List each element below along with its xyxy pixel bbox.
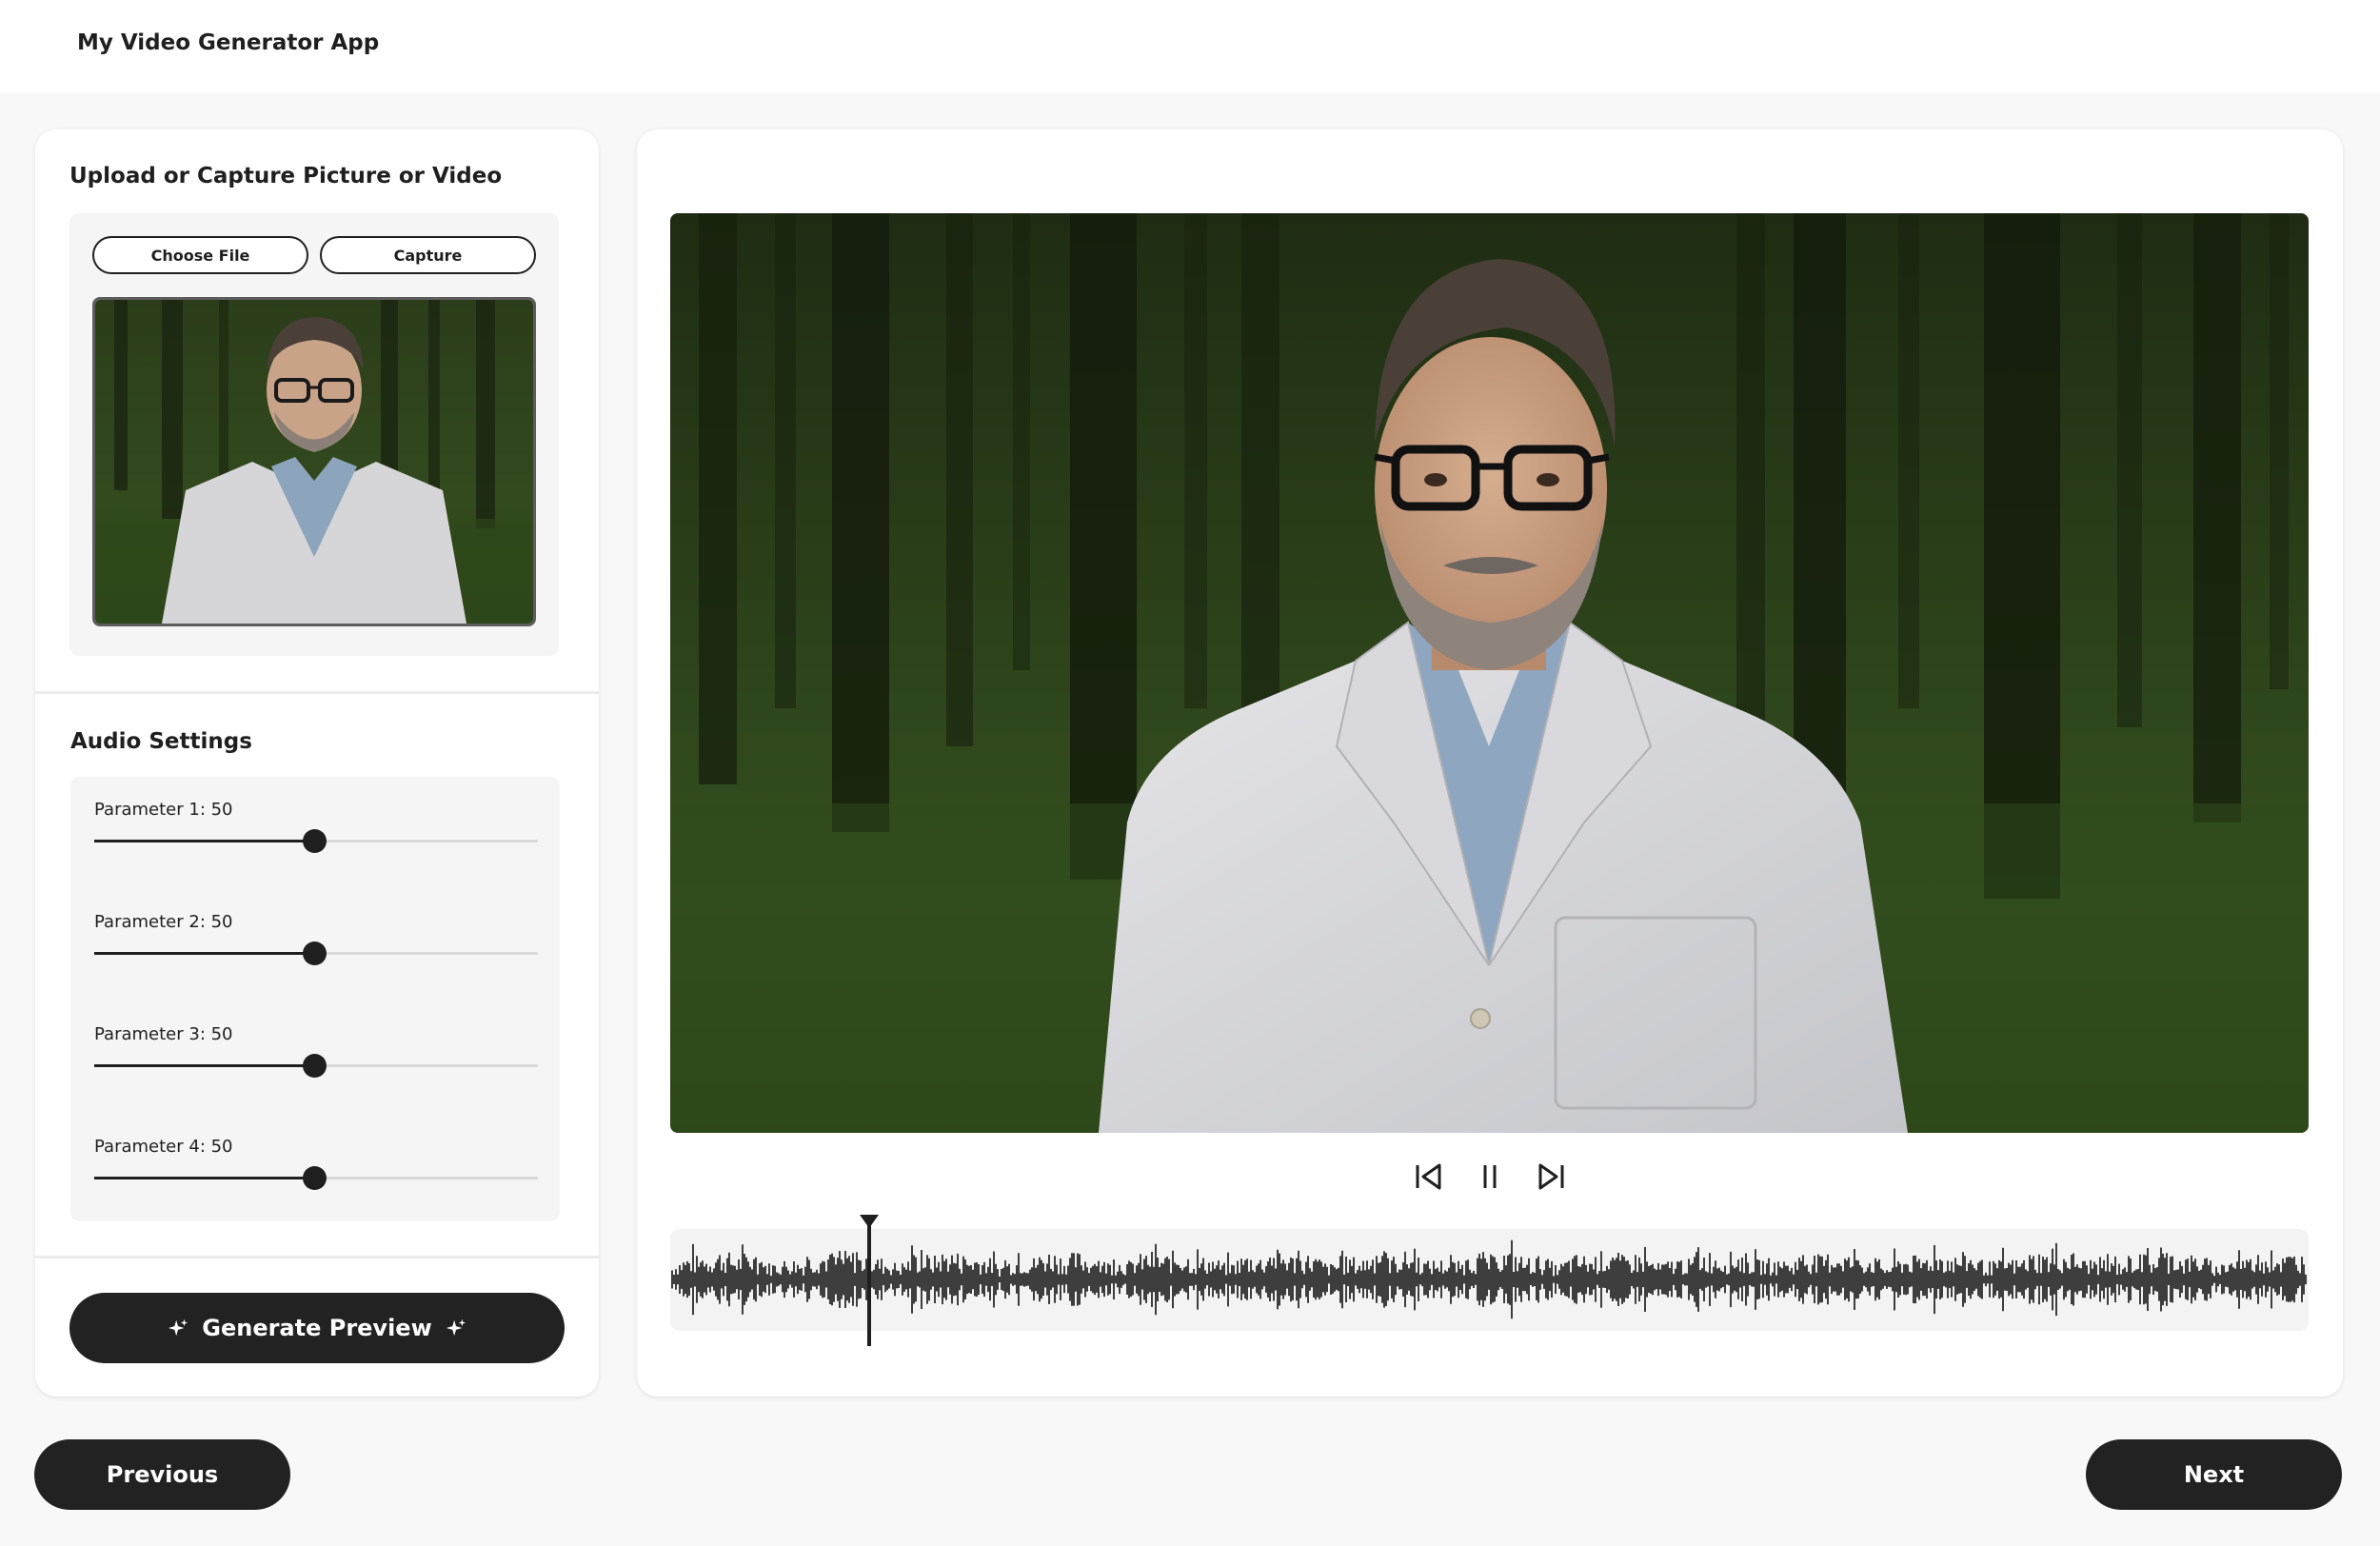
- parameter-4-label: Parameter 4: 50: [94, 1137, 233, 1157]
- parameter-3: Parameter 3: 50: [94, 1024, 538, 1091]
- pause-button[interactable]: [1469, 1156, 1511, 1198]
- upload-section-title: Upload or Capture Picture or Video: [69, 164, 503, 188]
- slider-fill: [94, 1064, 314, 1067]
- audio-settings-box: Parameter 1: 50 Parameter 2: 50 Paramete…: [70, 777, 560, 1221]
- waveform-path: [671, 1239, 2307, 1319]
- previous-button[interactable]: Previous: [34, 1439, 290, 1510]
- app-header: My Video Generator App: [0, 0, 2380, 93]
- skip-back-icon: [1416, 1163, 1441, 1190]
- parameter-2-slider-handle[interactable]: [303, 941, 327, 965]
- waveform-graphic: [671, 1239, 2307, 1319]
- uploaded-image-thumbnail: [92, 297, 536, 626]
- parameter-4-slider-handle[interactable]: [303, 1166, 327, 1190]
- slider-fill: [94, 952, 314, 955]
- next-button[interactable]: Next: [2086, 1439, 2342, 1510]
- generate-preview-button[interactable]: Generate Preview: [69, 1293, 565, 1363]
- playback-controls: [637, 1156, 2343, 1198]
- capture-button[interactable]: Capture: [320, 236, 536, 274]
- section-divider: [35, 691, 599, 694]
- parameter-1: Parameter 1: 50: [94, 800, 538, 866]
- parameter-2: Parameter 2: 50: [94, 912, 538, 979]
- parameter-1-label: Parameter 1: 50: [94, 800, 233, 820]
- skip-back-button[interactable]: [1408, 1156, 1450, 1198]
- settings-panel: Upload or Capture Picture or Video Choos…: [35, 129, 599, 1397]
- pause-icon: [1483, 1165, 1497, 1188]
- sparkle-icon: [446, 1318, 466, 1337]
- parameter-3-slider-handle[interactable]: [303, 1054, 327, 1078]
- sparkle-icon: [169, 1318, 188, 1337]
- section-divider: [35, 1256, 599, 1259]
- generate-preview-label: Generate Preview: [202, 1315, 432, 1341]
- portrait-thumbnail-image: [95, 300, 533, 624]
- video-preview[interactable]: [670, 213, 2309, 1133]
- choose-file-button[interactable]: Choose File: [92, 236, 308, 274]
- upload-box: Choose File Capture: [69, 213, 559, 656]
- slider-fill: [94, 840, 314, 842]
- slider-fill: [94, 1177, 314, 1179]
- audio-waveform[interactable]: [670, 1229, 2309, 1331]
- playhead-marker[interactable]: [860, 1215, 879, 1346]
- skip-forward-icon: [1538, 1163, 1564, 1190]
- parameter-2-label: Parameter 2: 50: [94, 912, 233, 932]
- parameter-3-label: Parameter 3: 50: [94, 1024, 233, 1044]
- skip-forward-button[interactable]: [1530, 1156, 1572, 1198]
- app-title: My Video Generator App: [77, 30, 380, 55]
- parameter-1-slider-handle[interactable]: [303, 829, 327, 853]
- preview-panel: [637, 129, 2343, 1397]
- video-frame-image: [670, 213, 2309, 1133]
- parameter-4: Parameter 4: 50: [94, 1137, 538, 1203]
- audio-section-title: Audio Settings: [70, 729, 252, 754]
